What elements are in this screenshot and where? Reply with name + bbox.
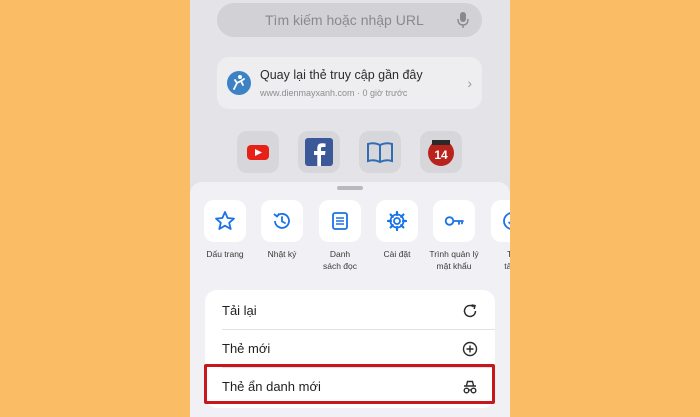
- action-settings[interactable]: Cài đặt: [371, 200, 423, 260]
- download-icon: [503, 212, 510, 230]
- recent-tabs-title: Quay lại thẻ truy cập gần đây: [260, 68, 423, 82]
- recent-tab-icon: [227, 71, 251, 95]
- highlight-box: [204, 364, 495, 404]
- action-label: Dấu trang: [206, 249, 244, 259]
- menu-item-label: Thẻ mới: [222, 341, 271, 356]
- action-label: Nhật ký: [267, 249, 297, 259]
- shortcut-facebook[interactable]: [298, 131, 340, 173]
- new-tab-page: Tìm kiếm hoặc nhập URL Quay lại thẻ truy…: [190, 0, 510, 182]
- action-label: Danh sách đọc: [322, 249, 358, 271]
- action-label: Trình quản lý mật khẩu: [429, 249, 479, 271]
- action-downloads[interactable]: Tệ tải x: [486, 200, 510, 272]
- action-history[interactable]: Nhật ký: [256, 200, 308, 260]
- action-password-manager[interactable]: Trình quản lý mật khẩu: [428, 200, 480, 272]
- star-icon: [215, 211, 235, 230]
- facebook-icon: [305, 138, 333, 166]
- shortcut-reading[interactable]: [359, 131, 401, 173]
- action-row: Dấu trang Nhật ký Danh sách đọc Cài đặt …: [190, 200, 510, 290]
- reading-list-icon: [332, 212, 348, 230]
- shortcut-youtube[interactable]: [237, 131, 279, 173]
- book-icon: [367, 142, 393, 164]
- menu-item-new-tab[interactable]: Thẻ mới: [205, 330, 495, 367]
- menu-item-reload[interactable]: Tải lại: [205, 292, 495, 329]
- mic-icon[interactable]: [456, 11, 470, 29]
- recent-tabs-card[interactable]: Quay lại thẻ truy cập gần đây www.dienma…: [217, 57, 482, 109]
- shortcut-kenh14[interactable]: 14: [420, 131, 462, 173]
- recent-tabs-subtitle: www.dienmayxanh.com · 0 giờ trước: [260, 88, 408, 98]
- sheet-grabber[interactable]: [337, 186, 363, 190]
- svg-text:14: 14: [434, 148, 448, 162]
- chevron-right-icon: ›: [467, 75, 472, 91]
- youtube-icon: [247, 145, 269, 160]
- shortcut-tiles: 14: [237, 131, 467, 175]
- action-bookmarks[interactable]: Dấu trang: [199, 200, 251, 260]
- plus-circle-icon: [462, 341, 478, 357]
- menu-item-label: Tải lại: [222, 303, 257, 318]
- phone-screen: Tìm kiếm hoặc nhập URL Quay lại thẻ truy…: [190, 0, 510, 417]
- search-bar[interactable]: Tìm kiếm hoặc nhập URL: [217, 3, 482, 37]
- key-icon: [444, 216, 464, 226]
- action-reading-list[interactable]: Danh sách đọc: [314, 200, 366, 272]
- history-icon: [273, 212, 290, 229]
- gear-icon: [386, 210, 408, 232]
- action-label: Tệ tải x: [504, 249, 510, 271]
- kenh14-logo: 14: [428, 140, 454, 166]
- search-placeholder: Tìm kiếm hoặc nhập URL: [265, 12, 424, 28]
- action-label: Cài đặt: [383, 249, 411, 259]
- reload-icon: [463, 304, 477, 318]
